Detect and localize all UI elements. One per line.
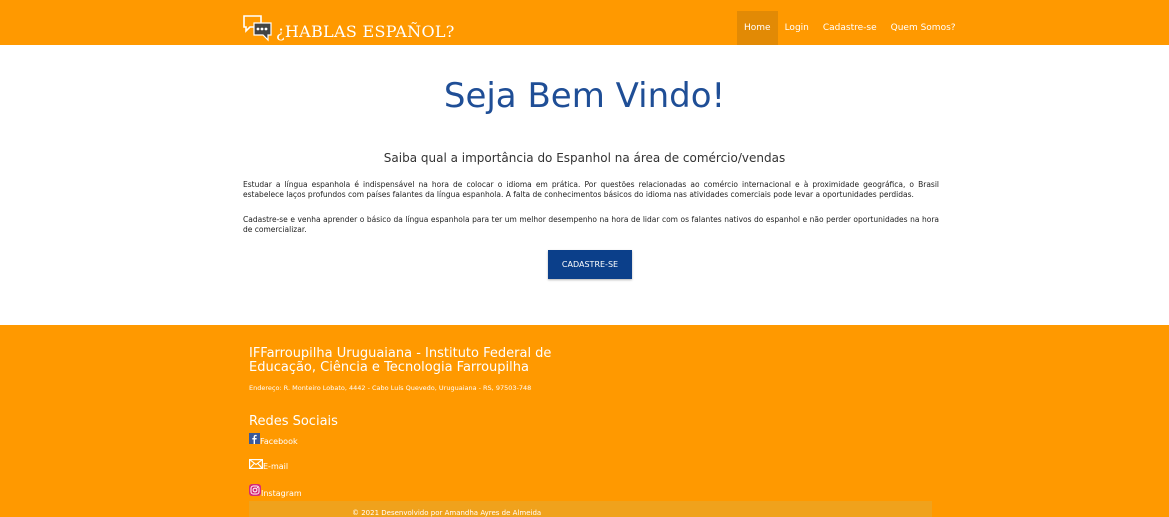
brand[interactable]: ¿HABLAS ESPAÑOL? [242,10,455,42]
main-nav: Home Login Cadastre-se Quem Somos? [737,11,963,45]
address: Endereço: R. Monteiro Lobato, 4442 - Cab… [249,384,532,392]
institution-name: IFFarroupilha Uruguaiana - Instituto Fed… [249,346,552,375]
nav-home[interactable]: Home [737,11,778,45]
page-title: Seja Bem Vindo! [443,76,726,116]
nav-login[interactable]: Login [778,11,816,45]
email-link[interactable]: E-mail [249,459,288,471]
page-subtitle: Saiba qual a importância do Espanhol na … [383,151,786,165]
brand-name: ¿HABLAS ESPAÑOL? [276,22,455,41]
facebook-icon [249,433,260,446]
intro-paragraph: Estudar a língua espanhola é indispensáv… [243,179,939,199]
signup-paragraph: Cadastre-se e venha aprender o básico da… [243,214,939,234]
instagram-link[interactable]: Instagram [249,484,302,498]
instagram-label: Instagram [261,489,302,498]
top-navbar: ¿HABLAS ESPAÑOL? Home Login Cadastre-se … [0,0,1169,45]
nav-cadastre-se[interactable]: Cadastre-se [816,11,884,45]
cadastre-se-button[interactable]: CADASTRE-SE [548,250,632,279]
nav-quem-somos[interactable]: Quem Somos? [884,11,963,45]
facebook-link[interactable]: Facebook [249,433,298,446]
footer: IFFarroupilha Uruguaiana - Instituto Fed… [0,325,1169,517]
facebook-label: Facebook [260,437,298,446]
social-title: Redes Sociais [249,414,338,429]
instagram-icon [249,484,261,498]
email-label: E-mail [263,462,289,471]
mail-icon [249,459,264,471]
copyright-text: © 2021 Desenvolvido por Amandha Ayres de… [352,509,542,517]
chat-bubbles-icon [242,14,274,42]
copyright-bar: © 2021 Desenvolvido por Amandha Ayres de… [249,501,932,517]
